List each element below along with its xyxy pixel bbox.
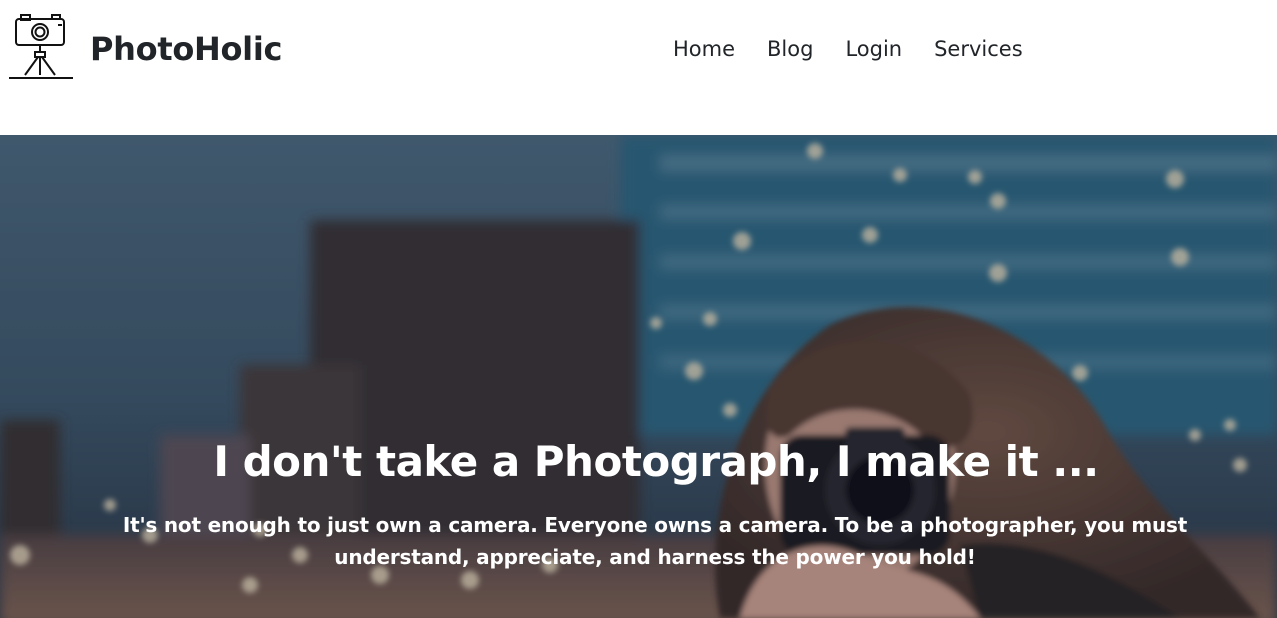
hero-section: I don't take a Photograph, I make it ...… — [0, 135, 1277, 618]
camera-tripod-icon — [9, 14, 73, 79]
brand-name: PhotoHolic — [90, 30, 283, 68]
hero-title: I don't take a Photograph, I make it ... — [213, 437, 1099, 486]
nav-blog[interactable]: Blog — [767, 34, 813, 64]
main-nav: Home Blog Login Services — [673, 34, 1023, 64]
nav-login[interactable]: Login — [845, 34, 902, 64]
hero-subtitle: It's not enough to just own a camera. Ev… — [122, 513, 1188, 569]
nav-home[interactable]: Home — [673, 34, 735, 64]
nav-services[interactable]: Services — [934, 34, 1023, 64]
navbar: PhotoHolic Home Blog Login Services — [0, 0, 1277, 135]
